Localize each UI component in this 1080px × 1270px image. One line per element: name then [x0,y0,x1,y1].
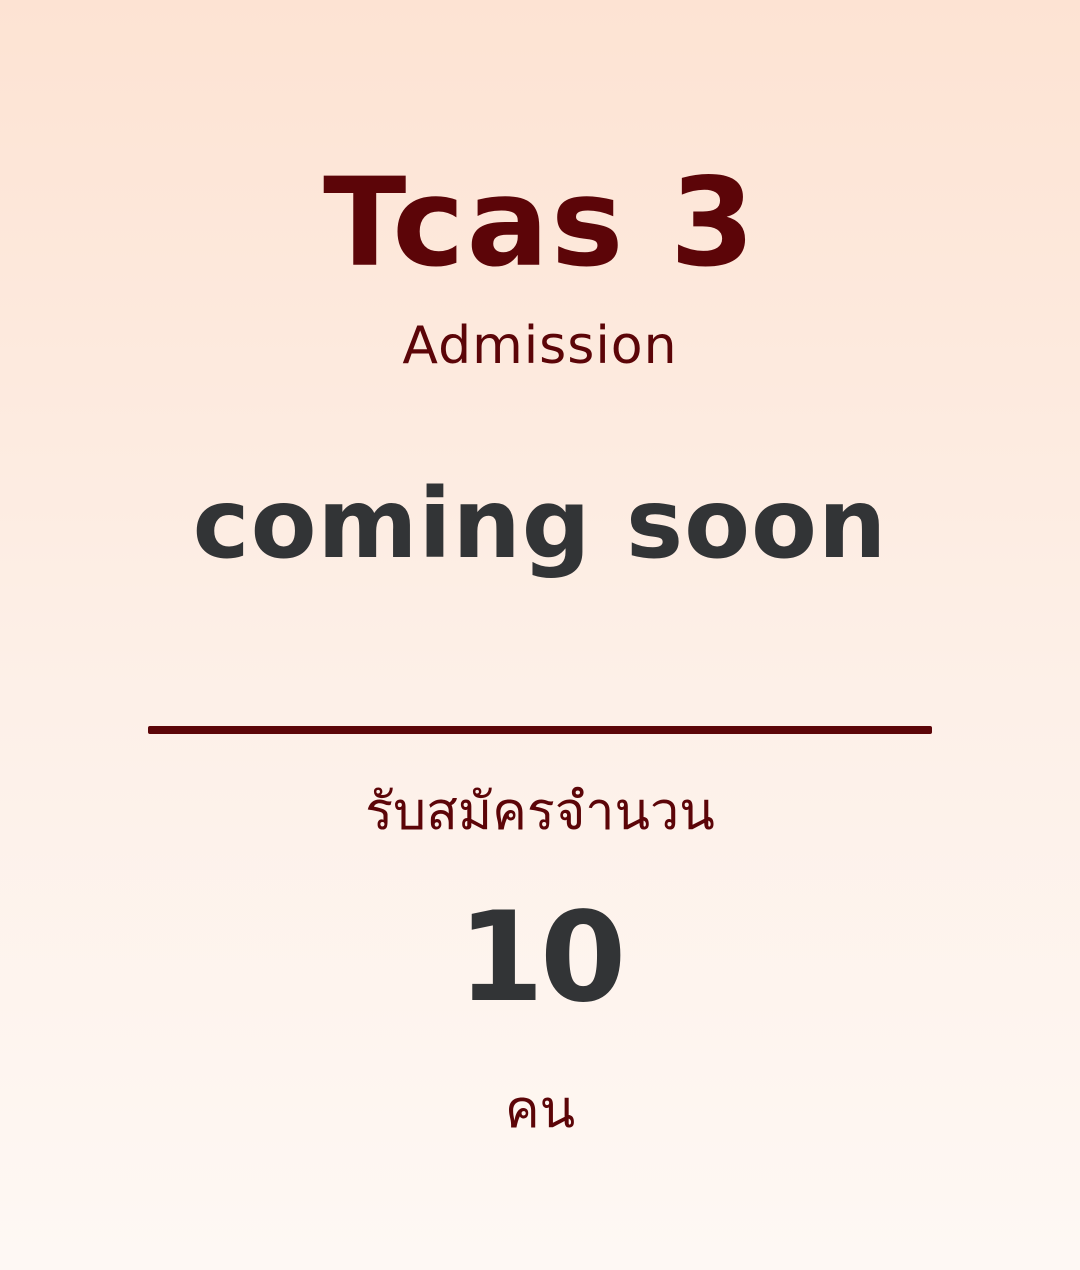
coming-soon-headline: coming soon [192,468,888,580]
divider [148,726,932,734]
page-subtitle: Admission [402,316,678,376]
quota-count: 10 [457,886,627,1030]
poster: Tcas 3 Admission coming soon รับสมัครจำน… [0,0,1080,1270]
quota-label: รับสมัครจำนวน [365,782,715,842]
quota-unit: คน [504,1080,576,1140]
page-title: Tcas 3 [323,152,757,294]
